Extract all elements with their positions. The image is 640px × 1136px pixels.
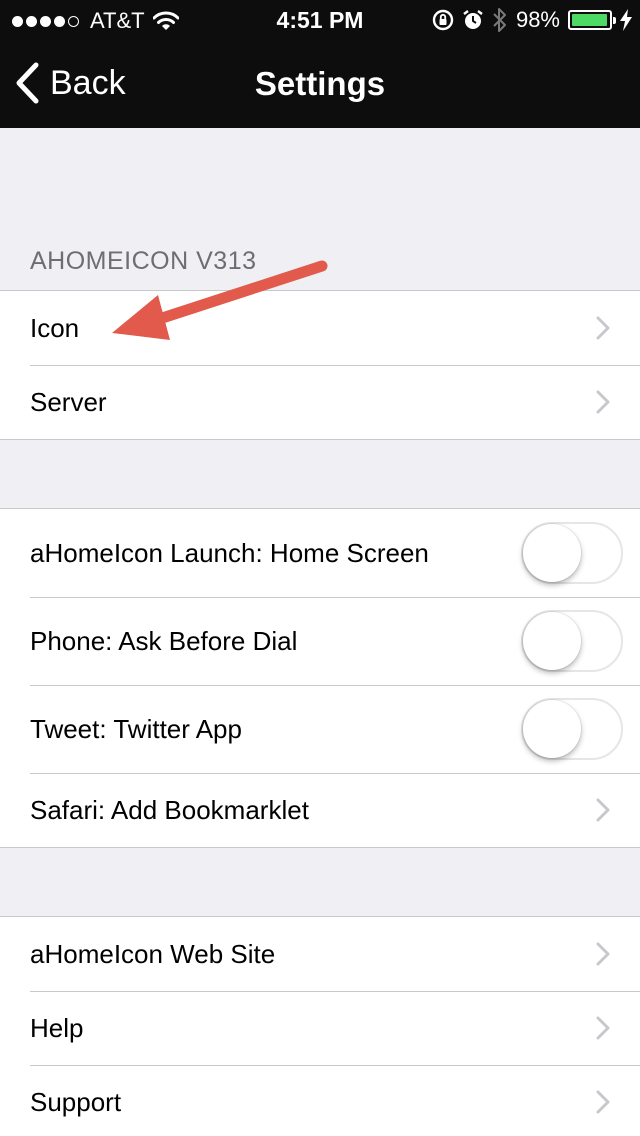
back-label: Back: [50, 63, 126, 102]
settings-screen: AT&T 4:51 PM 98% Back Settings AHOMEICON…: [0, 0, 640, 1136]
toggle-knob: [523, 700, 581, 758]
status-bar: AT&T 4:51 PM 98%: [0, 0, 640, 40]
section-header-ahomeicon: AHOMEICON V313: [30, 247, 257, 275]
alarm-icon: [463, 10, 483, 29]
battery-icon: [568, 10, 616, 30]
chevron-right-icon: [596, 1090, 610, 1114]
row-label: aHomeIcon Web Site: [30, 938, 276, 969]
toggle-knob: [523, 524, 581, 582]
settings-group-info: aHomeIcon Web Site Help Support: [0, 916, 640, 1136]
row-label: aHomeIcon Launch: Home Screen: [30, 537, 429, 568]
row-help[interactable]: Help: [0, 991, 640, 1065]
settings-group-options: aHomeIcon Launch: Home Screen Phone: Ask…: [0, 508, 640, 848]
top-bar: AT&T 4:51 PM 98% Back Settings: [0, 0, 640, 128]
charging-bolt-icon: [620, 9, 632, 31]
rotation-lock-icon: [432, 9, 454, 31]
back-button[interactable]: Back: [14, 62, 126, 104]
back-chevron-icon: [16, 62, 39, 104]
settings-group-main: Icon Server: [0, 290, 640, 440]
row-twitter-app[interactable]: Tweet: Twitter App: [0, 685, 640, 773]
row-ask-before-dial[interactable]: Phone: Ask Before Dial: [0, 597, 640, 685]
battery-percent: 98%: [515, 7, 560, 32]
row-label: Safari: Add Bookmarklet: [30, 794, 309, 825]
launch-home-screen-toggle[interactable]: [521, 522, 623, 584]
row-icon[interactable]: Icon: [0, 291, 640, 365]
row-add-bookmarklet[interactable]: Safari: Add Bookmarklet: [0, 773, 640, 847]
row-label: Help: [30, 1012, 84, 1043]
chevron-right-icon: [596, 316, 610, 340]
chevron-right-icon: [596, 942, 610, 966]
chevron-right-icon: [596, 798, 610, 822]
bluetooth-icon: [493, 8, 506, 32]
row-label: Phone: Ask Before Dial: [30, 625, 298, 656]
ask-before-dial-toggle[interactable]: [521, 610, 623, 672]
navigation-bar: Back Settings: [0, 40, 640, 128]
row-web-site[interactable]: aHomeIcon Web Site: [0, 917, 640, 991]
row-label: Icon: [30, 312, 80, 343]
chevron-right-icon: [596, 1016, 610, 1040]
chevron-right-icon: [596, 390, 610, 414]
toggle-knob: [523, 612, 581, 670]
row-launch-home-screen[interactable]: aHomeIcon Launch: Home Screen: [0, 509, 640, 597]
twitter-app-toggle[interactable]: [521, 698, 623, 760]
row-label: Tweet: Twitter App: [30, 713, 242, 744]
row-support[interactable]: Support: [0, 1065, 640, 1136]
row-label: Server: [30, 386, 107, 417]
row-label: Support: [30, 1086, 122, 1117]
row-server[interactable]: Server: [0, 365, 640, 439]
